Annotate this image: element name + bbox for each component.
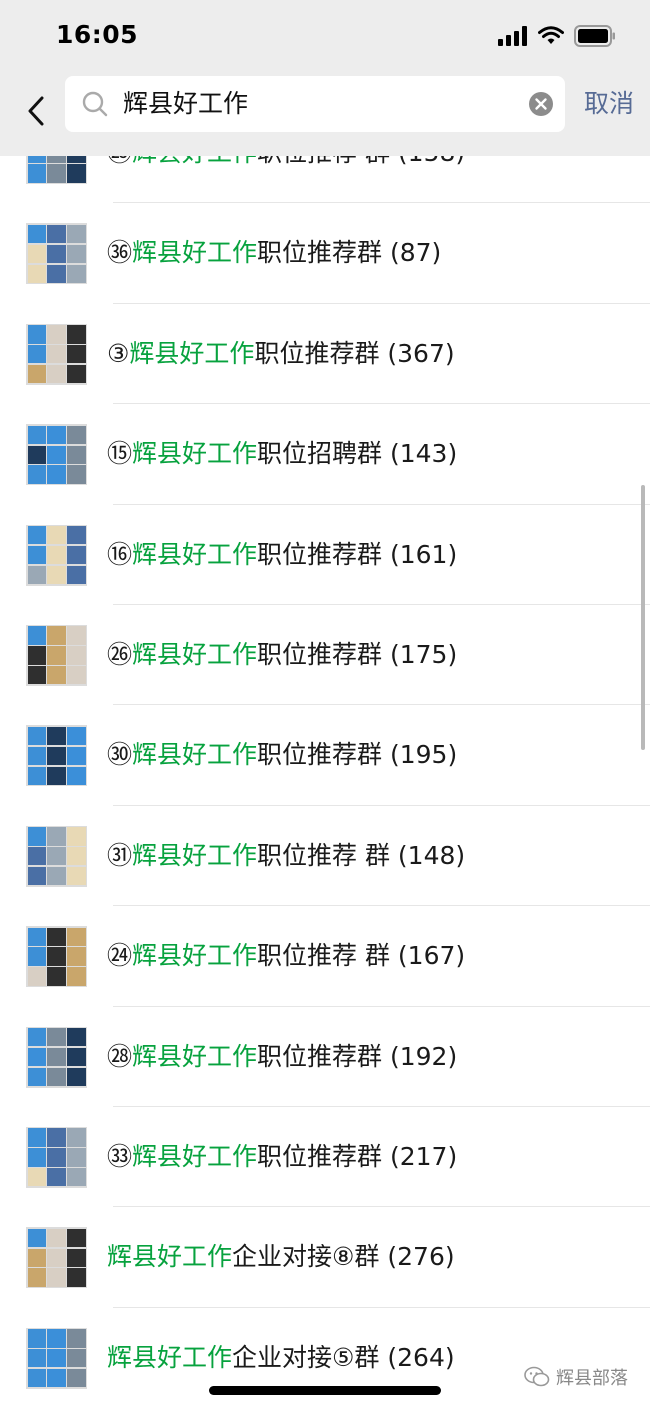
group-avatar [26,424,87,486]
group-avatar [26,725,87,787]
group-result-title: ㉔辉县好工作职位推荐 群 (167) [107,938,465,974]
group-number: ⑮ [107,439,133,469]
group-result-title: ㉖辉县好工作职位推荐群 (175) [107,637,457,673]
group-result-item[interactable]: 辉县好工作企业对接⑧群 (276) [0,1207,650,1308]
battery-icon [574,25,615,47]
chevron-left-icon [28,96,44,126]
search-input[interactable]: 辉县好工作 [65,76,565,132]
scrollbar[interactable] [641,485,645,750]
group-result-item[interactable]: ㉘辉县好工作职位推荐群 (192) [0,1007,650,1107]
group-name-suffix: 职位推荐群 (87) [257,238,442,268]
keyword-highlight: 辉县好工作 [129,338,255,368]
group-name-suffix: 职位推荐 群 (148) [257,840,466,870]
status-icons [498,24,616,48]
group-name-suffix: 职位推荐群 (192) [257,1041,458,1071]
wechat-icon [524,1366,550,1387]
group-result-title: ⑮辉县好工作职位招聘群 (143) [107,436,457,472]
group-result-item[interactable]: ⑮辉县好工作职位招聘群 (143) [0,404,650,505]
group-result-title: 辉县好工作企业对接⑧群 (276) [107,1239,455,1275]
group-result-title: ㉛辉县好工作职位推荐 群 (148) [107,838,465,874]
group-name-suffix: 职位招聘群 (143) [257,439,458,469]
group-number: ⑯ [107,539,133,569]
group-number: ㉛ [107,840,133,870]
group-name-suffix: 职位推荐群 (195) [257,740,458,770]
keyword-highlight: 辉县好工作 [132,238,258,268]
group-avatar [26,926,87,988]
group-number: ㉕ [107,156,132,167]
group-number: ㊱ [107,238,133,268]
group-result-title: ㉝辉县好工作职位推荐群 (217) [107,1139,457,1175]
group-result-title: ③辉县好工作职位推荐群 (367) [107,336,455,372]
group-name-suffix: 企业对接⑧群 (276) [232,1242,455,1272]
keyword-highlight: 辉县好工作 [132,1041,258,1071]
search-header: 辉县好工作 取消 [0,72,650,156]
group-result-title: ㉘辉县好工作职位推荐群 (192) [107,1039,457,1075]
group-avatar [26,1327,87,1389]
group-name-suffix: 企业对接⑤群 (264) [232,1342,455,1372]
group-avatar [26,1026,87,1088]
group-result-title: ㉚辉县好工作职位推荐群 (195) [107,737,457,773]
back-button[interactable] [18,86,54,136]
clear-icon[interactable] [528,91,554,117]
group-number: ㉔ [107,941,133,971]
group-avatar [26,825,87,887]
status-bar: 16:05 [0,0,650,72]
group-result-item[interactable]: ㉖辉县好工作职位推荐群 (175) [0,605,650,706]
group-result-title: ㊱辉县好工作职位推荐群 (87) [107,235,441,271]
watermark: 辉县部落 [524,1364,628,1390]
group-number: ㉘ [107,1041,133,1071]
signal-icon [498,26,527,46]
group-avatar [26,323,87,385]
group-result-title: ㉕辉县好工作职位推荐 群 (158) [107,156,465,171]
group-result-item[interactable]: ㉛辉县好工作职位推荐 群 (148) [0,806,650,907]
keyword-highlight: 辉县好工作 [132,941,258,971]
group-result-title: 辉县好工作企业对接⑤群 (264) [107,1340,455,1376]
wifi-icon [538,26,564,44]
group-avatar [26,1227,87,1289]
group-name-suffix: 职位推荐群 (175) [257,639,458,669]
keyword-highlight: 辉县好工作 [107,1342,233,1372]
keyword-highlight: 辉县好工作 [132,639,258,669]
search-query[interactable]: 辉县好工作 [123,86,248,122]
group-result-item[interactable]: ㉚辉县好工作职位推荐群 (195) [0,705,650,806]
group-name-suffix: 职位推荐 群 (167) [257,941,466,971]
group-avatar [26,156,87,184]
watermark-text: 辉县部落 [556,1368,628,1389]
group-avatar [26,524,87,586]
search-icon [82,91,108,117]
keyword-highlight: 辉县好工作 [107,1242,233,1272]
group-result-item[interactable]: ㉔辉县好工作职位推荐 群 (167) [0,906,650,1007]
keyword-highlight: 辉县好工作 [132,156,257,167]
keyword-highlight: 辉县好工作 [132,740,258,770]
search-results-inner: ㉕辉县好工作职位推荐 群 (158)㊱辉县好工作职位推荐群 (87)③辉县好工作… [0,156,650,1407]
keyword-highlight: 辉县好工作 [132,439,258,469]
group-name-suffix: 职位推荐 群 (158) [257,156,465,167]
group-name-suffix: 职位推荐群 (367) [254,338,455,368]
group-result-item[interactable]: ㉝辉县好工作职位推荐群 (217) [0,1107,650,1208]
group-result-title: ⑯辉县好工作职位推荐群 (161) [107,537,457,573]
group-number: ㉚ [107,740,133,770]
group-result-item[interactable]: ㊱辉县好工作职位推荐群 (87) [0,203,650,304]
search-results-list[interactable]: ㉕辉县好工作职位推荐 群 (158)㊱辉县好工作职位推荐群 (87)③辉县好工作… [0,156,650,1407]
keyword-highlight: 辉县好工作 [132,1141,258,1171]
group-name-suffix: 职位推荐群 (161) [257,539,458,569]
group-avatar [26,1126,87,1188]
home-indicator [209,1386,441,1395]
group-number: ③ [107,338,130,368]
group-avatar [26,624,87,686]
group-result-item[interactable]: ㉕辉县好工作职位推荐 群 (158) [0,156,650,204]
keyword-highlight: 辉县好工作 [132,539,258,569]
group-number: ㉖ [107,639,133,669]
group-name-suffix: 职位推荐群 (217) [257,1141,458,1171]
cancel-button[interactable]: 取消 [584,88,634,120]
keyword-highlight: 辉县好工作 [132,840,258,870]
group-number: ㉝ [107,1141,133,1171]
group-result-item[interactable]: ⑯辉县好工作职位推荐群 (161) [0,505,650,605]
group-avatar [26,223,87,285]
group-result-item[interactable]: ③辉县好工作职位推荐群 (367) [0,304,650,405]
status-time: 16:05 [56,20,139,49]
